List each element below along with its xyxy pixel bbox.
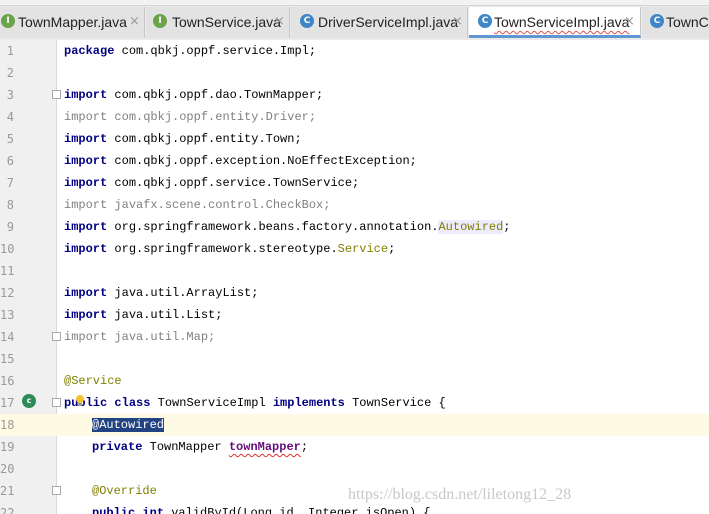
code-text: import java.util.ArrayList; — [64, 286, 259, 300]
editor-tab-bar: I TownMapper.java × I TownService.java ×… — [0, 0, 709, 40]
line-number: 21 — [0, 484, 15, 498]
tab-label: DriverServiceImpl.java — [318, 14, 459, 30]
code-line: 12 import java.util.ArrayList; — [0, 282, 709, 304]
tab-label: TownServiceImpl.java — [494, 14, 630, 30]
line-number: 18 — [0, 418, 15, 432]
code-line: 15 — [0, 348, 709, 370]
line-number: 19 — [0, 440, 15, 454]
code-line: 2 — [0, 62, 709, 84]
fold-marker-icon[interactable] — [52, 486, 61, 495]
tab-label: TownService.java — [172, 14, 281, 30]
code-text: @Service — [64, 374, 122, 388]
code-text: import org.springframework.stereotype.Se… — [64, 242, 396, 256]
tab-townserviceimpl[interactable]: C TownServiceImpl.java × — [469, 7, 641, 38]
line-number: 22 — [0, 506, 15, 514]
line-number: 20 — [0, 462, 15, 476]
line-number: 5 — [6, 132, 14, 146]
fold-marker-icon[interactable] — [52, 332, 61, 341]
class-icon: C — [478, 14, 492, 28]
code-text-unused: import java.util.Map; — [64, 330, 216, 344]
code-text: import com.qbkj.oppf.service.TownService… — [64, 176, 360, 190]
code-text: public int validById(Long id, Integer is… — [92, 506, 431, 514]
text-selection[interactable]: @Autowired — [92, 418, 165, 432]
code-text: package com.qbkj.oppf.service.Impl; — [64, 44, 317, 58]
code-text: private TownMapper townMapper; — [92, 440, 309, 454]
spring-bean-icon[interactable]: c — [22, 394, 36, 408]
line-number: 11 — [0, 264, 15, 278]
line-number: 9 — [6, 220, 14, 234]
breadcrumb-strip — [0, 0, 709, 6]
tab-townco[interactable]: C TownCo — [642, 7, 709, 38]
code-line: 16 @Service — [0, 370, 709, 392]
line-number: 1 — [6, 44, 14, 58]
fold-marker-icon[interactable] — [52, 398, 61, 407]
code-line: 11 — [0, 260, 709, 282]
tab-label: TownMapper.java — [18, 14, 127, 30]
code-line: 14 import java.util.Map; — [0, 326, 709, 348]
code-text: @Override — [92, 484, 157, 498]
class-icon: C — [300, 14, 314, 28]
line-number: 14 — [0, 330, 15, 344]
code-line: 8 import javafx.scene.control.CheckBox; — [0, 194, 709, 216]
code-text-unused: import javafx.scene.control.CheckBox; — [64, 198, 331, 212]
code-line: 3 import com.qbkj.oppf.dao.TownMapper; — [0, 84, 709, 106]
line-number: 13 — [0, 308, 15, 322]
tab-driverserviceimpl[interactable]: C DriverServiceImpl.java × — [291, 7, 468, 38]
code-line: 17 c public class TownServiceImpl implem… — [0, 392, 709, 414]
tab-townmapper[interactable]: I TownMapper.java × — [0, 7, 145, 38]
code-text: import com.qbkj.oppf.dao.TownMapper; — [64, 88, 324, 102]
code-text: import com.qbkj.oppf.entity.Town; — [64, 132, 302, 146]
class-icon: C — [650, 14, 664, 28]
interface-icon: I — [1, 14, 15, 28]
watermark: https://blog.csdn.net/liletong12_28 — [348, 486, 572, 503]
interface-icon: I — [153, 14, 167, 28]
code-line: 20 — [0, 458, 709, 480]
code-text-unused: import com.qbkj.oppf.entity.Driver; — [64, 110, 317, 124]
code-line: 1 package com.qbkj.oppf.service.Impl; — [0, 40, 709, 62]
tab-label: TownCo — [666, 14, 709, 30]
fold-marker-icon[interactable] — [52, 90, 61, 99]
line-number: 7 — [6, 176, 14, 190]
line-number: 6 — [6, 154, 14, 168]
code-line: 13 import java.util.List; — [0, 304, 709, 326]
close-icon[interactable]: × — [452, 14, 463, 30]
close-icon[interactable]: × — [274, 14, 285, 30]
code-editor[interactable]: 1 package com.qbkj.oppf.service.Impl; 2 … — [0, 40, 709, 514]
code-line: 7 import com.qbkj.oppf.service.TownServi… — [0, 172, 709, 194]
code-text: import com.qbkj.oppf.exception.NoEffectE… — [64, 154, 417, 168]
tab-townservice[interactable]: I TownService.java × — [146, 7, 290, 38]
line-number: 10 — [0, 242, 15, 256]
code-line: 9 import org.springframework.beans.facto… — [0, 216, 709, 238]
line-number: 16 — [0, 374, 15, 388]
line-number: 12 — [0, 286, 15, 300]
lightbulb-icon[interactable] — [75, 394, 85, 408]
line-number: 2 — [6, 66, 14, 80]
code-line: 6 import com.qbkj.oppf.exception.NoEffec… — [0, 150, 709, 172]
line-number: 15 — [0, 352, 15, 366]
code-text: public class TownServiceImpl implements … — [64, 396, 446, 410]
close-icon[interactable]: × — [129, 14, 140, 30]
code-line-current: 18 @Autowired — [0, 414, 709, 436]
line-number: 3 — [6, 88, 14, 102]
line-number: 4 — [6, 110, 14, 124]
close-icon[interactable]: × — [624, 14, 635, 30]
code-line: 5 import com.qbkj.oppf.entity.Town; — [0, 128, 709, 150]
code-text: import java.util.List; — [64, 308, 223, 322]
code-line: 19 private TownMapper townMapper; — [0, 436, 709, 458]
code-text: @Autowired — [92, 417, 165, 433]
code-line: 4 import com.qbkj.oppf.entity.Driver; — [0, 106, 709, 128]
code-line: 10 import org.springframework.stereotype… — [0, 238, 709, 260]
code-text: import org.springframework.beans.factory… — [64, 220, 511, 234]
line-number: 8 — [6, 198, 14, 212]
line-number: 17 — [0, 396, 15, 410]
